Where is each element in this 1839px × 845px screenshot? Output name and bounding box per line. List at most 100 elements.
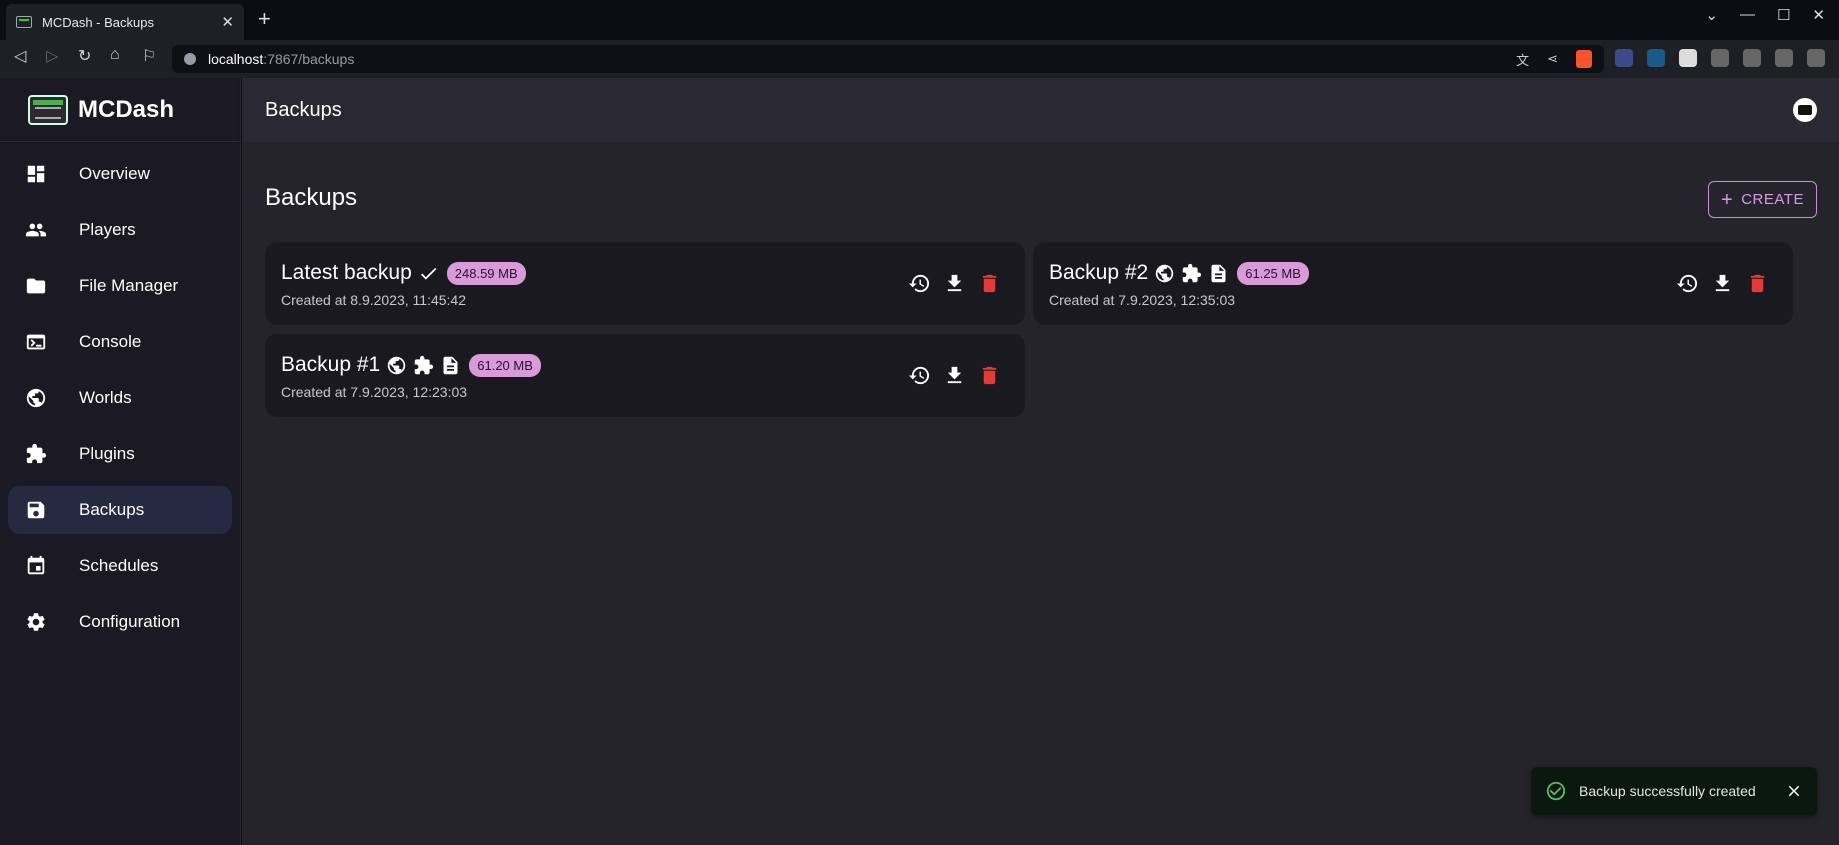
browser-tabbar: MCDash - Backups ✕ + ⌄ — ☐ ✕ (0, 0, 1839, 40)
toast-message: Backup successfully created (1579, 783, 1756, 799)
download-icon[interactable] (943, 364, 966, 387)
minimize-icon[interactable]: — (1740, 6, 1755, 24)
close-tab-icon[interactable]: ✕ (221, 13, 234, 31)
dashboard-icon (24, 162, 48, 186)
save-icon (24, 498, 48, 522)
sidebar-item-label: Console (79, 332, 142, 351)
backup-name: Backup #2 (1049, 261, 1149, 284)
sidebar-item-configuration[interactable]: Configuration (8, 598, 232, 646)
bitwarden-extension-icon[interactable] (1679, 49, 1697, 67)
size-badge: 248.59 MB (446, 261, 526, 285)
brand[interactable]: MCDash (0, 78, 240, 142)
backup-created-at: Created at 7.9.2023, 12:23:03 (281, 384, 468, 400)
delete-icon[interactable] (1746, 272, 1769, 295)
site-info-icon[interactable] (184, 53, 196, 65)
tab-title: MCDash - Backups (42, 14, 154, 30)
browser-navbar: ◁ ▷ ↻ ⌂ ⚐ localhost :7867/backups 文 ⋖ (0, 40, 1839, 78)
globe-icon (386, 355, 407, 376)
extension-icon[interactable] (1647, 49, 1665, 67)
sidebar-item-schedules[interactable]: Schedules (8, 542, 232, 590)
plus-icon: + (1721, 188, 1734, 211)
close-icon[interactable] (1785, 782, 1803, 800)
backup-name: Latest backup (281, 261, 412, 284)
delete-icon[interactable] (978, 272, 1001, 295)
brand-name: MCDash (78, 95, 175, 123)
backup-card: Latest backup 248.59 MB Created at 8.9.2… (265, 242, 1025, 325)
create-button-label: CREATE (1741, 191, 1804, 208)
extension-bar (1615, 49, 1825, 67)
puzzle-icon (413, 355, 434, 376)
size-badge: 61.20 MB (469, 353, 541, 377)
sidebar: MCDash Overview Players File Manager Con… (0, 78, 241, 845)
url-host: localhost (208, 51, 264, 67)
maximize-icon[interactable]: ☐ (1777, 6, 1790, 24)
menu-icon[interactable] (1807, 49, 1825, 67)
delete-icon[interactable] (978, 364, 1001, 387)
sidebar-item-backups[interactable]: Backups (8, 486, 232, 534)
share-icon[interactable]: ⋖ (1547, 51, 1558, 67)
sidebar-item-players[interactable]: Players (8, 206, 232, 254)
puzzle-icon (1181, 263, 1202, 284)
bookmark-icon[interactable]: ⚐ (142, 46, 156, 66)
sidebar-toggle-icon[interactable] (1775, 49, 1793, 67)
sidebar-item-label: Overview (79, 164, 150, 183)
backup-name: Backup #1 (281, 353, 381, 376)
translate-icon[interactable]: 文 (1516, 50, 1529, 69)
puzzle-extensions-icon[interactable] (1711, 49, 1729, 67)
sidebar-nav: Overview Players File Manager Console Wo… (0, 142, 240, 646)
mcdash-logo-icon (28, 94, 68, 125)
sidebar-item-label: Schedules (79, 556, 159, 575)
downloads-icon[interactable] (1743, 49, 1761, 67)
sidebar-item-label: File Manager (79, 276, 179, 295)
forward-icon[interactable]: ▷ (46, 46, 58, 66)
sidebar-item-label: Plugins (79, 444, 135, 463)
restore-icon[interactable] (1676, 272, 1699, 295)
terminal-icon (24, 330, 48, 354)
download-icon[interactable] (1711, 272, 1734, 295)
url-path: :7867/backups (263, 51, 355, 67)
main-content: Backups + CREATE Latest backup 248.59 MB… (242, 142, 1839, 845)
backup-created-at: Created at 7.9.2023, 12:35:03 (1049, 292, 1236, 308)
browser-tab[interactable]: MCDash - Backups ✕ (6, 4, 244, 40)
address-bar[interactable]: localhost :7867/backups 文 ⋖ (172, 45, 1604, 73)
sidebar-item-overview[interactable]: Overview (8, 150, 232, 198)
puzzle-icon (24, 442, 48, 466)
gear-icon (24, 610, 48, 634)
sidebar-item-label: Players (79, 220, 136, 239)
home-icon[interactable]: ⌂ (110, 46, 120, 64)
people-icon (24, 218, 48, 242)
brave-shields-icon[interactable] (1576, 50, 1592, 68)
restore-icon[interactable] (908, 364, 931, 387)
sidebar-item-file-manager[interactable]: File Manager (8, 262, 232, 310)
sidebar-item-worlds[interactable]: Worlds (8, 374, 232, 422)
check-circle-icon (1545, 780, 1567, 802)
sidebar-item-console[interactable]: Console (8, 318, 232, 366)
folder-icon (24, 274, 48, 298)
new-tab-icon[interactable]: + (258, 8, 271, 30)
download-icon[interactable] (943, 272, 966, 295)
file-icon (1208, 263, 1229, 284)
create-backup-button[interactable]: + CREATE (1708, 181, 1817, 218)
reload-icon[interactable]: ↻ (78, 46, 91, 66)
favicon-icon (16, 16, 32, 28)
window-controls: ⌄ — ☐ ✕ (1705, 6, 1825, 24)
file-icon (440, 355, 461, 376)
sidebar-item-label: Backups (79, 500, 145, 519)
check-icon (418, 263, 439, 284)
backup-created-at: Created at 8.9.2023, 11:45:42 (281, 292, 466, 308)
back-icon[interactable]: ◁ (14, 46, 26, 66)
calendar-icon (24, 554, 48, 578)
close-window-icon[interactable]: ✕ (1812, 6, 1825, 24)
sidebar-item-label: Worlds (79, 388, 132, 407)
page-title: Backups (265, 184, 358, 211)
vpn-extension-icon[interactable] (1615, 49, 1633, 67)
sidebar-item-label: Configuration (79, 612, 181, 631)
globe-icon (24, 386, 48, 410)
app-topbar: Backups (242, 78, 1839, 142)
restore-icon[interactable] (908, 272, 931, 295)
avatar[interactable] (1793, 98, 1817, 122)
chevron-down-icon[interactable]: ⌄ (1705, 6, 1718, 24)
sidebar-item-plugins[interactable]: Plugins (8, 430, 232, 478)
backup-card: Backup #2 61.25 MB Created at 7.9.2023, … (1033, 242, 1793, 325)
size-badge: 61.25 MB (1237, 261, 1309, 285)
